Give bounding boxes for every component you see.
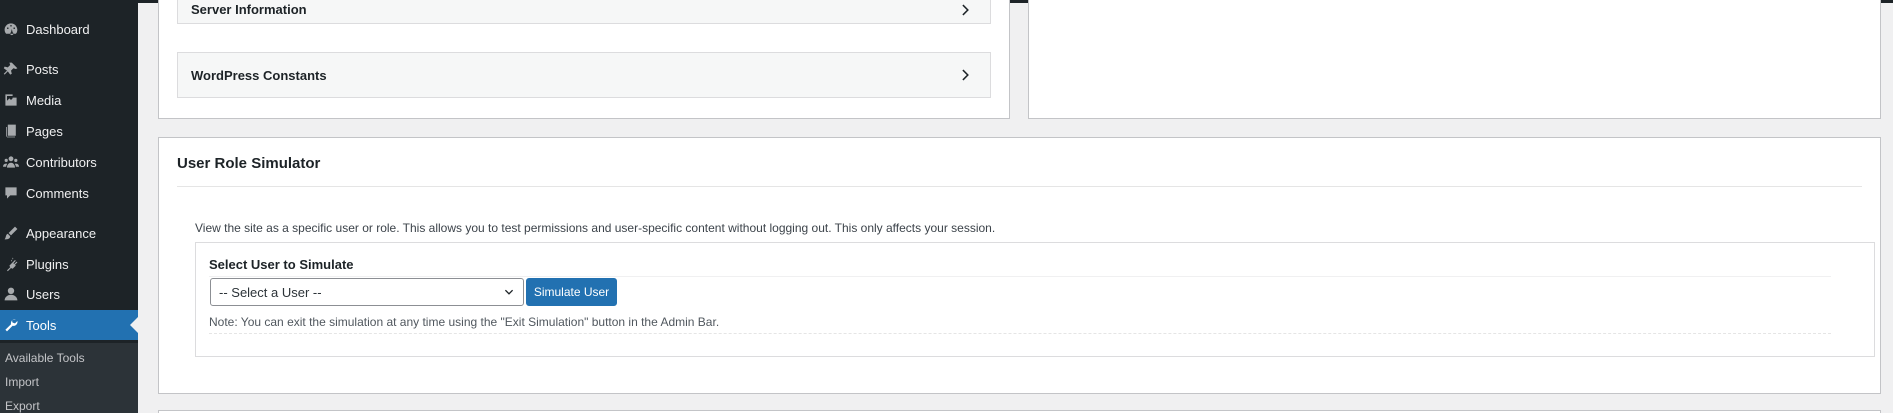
sidebar-item-label: Contributors [26,154,97,170]
sidebar-item-users[interactable]: Users [0,279,138,309]
sidebar-item-label: Comments [26,185,89,201]
submenu-export[interactable]: Export [5,399,40,413]
sidebar-item-plugins[interactable]: Plugins [0,249,138,279]
panel-title: User Role Simulator [177,155,321,172]
chevron-down-icon [504,289,514,295]
pin-icon [2,60,20,78]
sidebar-item-label: Appearance [26,225,97,241]
sidebar-item-tools[interactable]: Tools [0,310,138,340]
tools-submenu: Available Tools Import Export [0,343,138,413]
accordion-title: WordPress Constants [191,67,327,83]
accordion-title: Server Information [191,2,307,17]
simulate-user-button[interactable]: Simulate User [526,278,617,306]
side-panel [1028,0,1881,119]
chevron-right-icon [962,4,969,16]
submenu-import[interactable]: Import [5,375,39,389]
sidebar-item-label: Pages [26,123,63,139]
sidebar-item-comments[interactable]: Comments [0,178,138,208]
sidebar-item-label: Posts [26,61,59,77]
select-value: -- Select a User -- [219,284,322,300]
media-icon [2,91,20,109]
accordion-server-information[interactable]: Server Information [177,0,991,24]
form-divider [209,276,1831,277]
groups-icon [2,153,20,171]
user-icon [2,285,20,303]
admin-sidebar: Dashboard Posts Media Pages Contributors… [0,0,138,413]
sidebar-item-media[interactable]: Media [0,85,138,115]
sidebar-item-label: Plugins [26,256,69,272]
wrench-icon [2,316,20,334]
user-select[interactable]: -- Select a User -- [210,278,524,306]
simulation-note: Note: You can exit the simulation at any… [209,315,720,329]
simulator-description: View the site as a specific user or role… [195,221,996,235]
sidebar-item-posts[interactable]: Posts [0,54,138,84]
title-divider [177,186,1862,187]
chevron-right-icon [962,69,969,81]
sidebar-item-pages[interactable]: Pages [0,116,138,146]
pages-icon [2,122,20,140]
sidebar-item-contributors[interactable]: Contributors [0,147,138,177]
form-bottom-divider [209,333,1831,334]
select-user-label: Select User to Simulate [209,257,354,272]
submenu-available-tools[interactable]: Available Tools [5,351,85,365]
dashboard-icon [2,20,20,38]
sidebar-item-label: Tools [26,317,57,333]
sidebar-item-label: Media [26,92,62,108]
sidebar-item-appearance[interactable]: Appearance [0,218,138,248]
sidebar-item-label: Dashboard [26,21,90,37]
accordion-wordpress-constants[interactable]: WordPress Constants [177,52,991,98]
sidebar-item-dashboard[interactable]: Dashboard [0,14,138,44]
sidebar-item-label: Users [26,286,60,302]
comment-icon [2,184,20,202]
plugin-icon [2,255,20,273]
brush-icon [2,224,20,242]
active-indicator [130,317,138,333]
